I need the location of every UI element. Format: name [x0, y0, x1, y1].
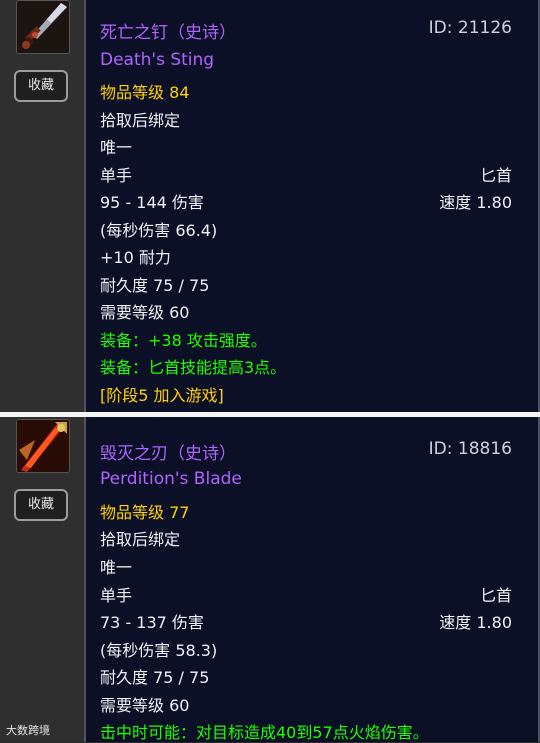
dagger-icon[interactable] — [16, 0, 70, 54]
durability: 耐久度 75 / 75 — [100, 668, 210, 687]
bind-type: 拾取后绑定 — [100, 111, 181, 130]
watermark: 大数跨境 — [6, 724, 50, 737]
collect-button[interactable]: 收藏 — [14, 489, 68, 521]
dps: (每秒伤害 66.4) — [100, 221, 218, 240]
unique-tag: 唯一 — [100, 558, 133, 577]
item-tooltip: 毁灭之刃（史诗） ID: 18816 Perdition's Blade 物品等… — [84, 417, 540, 742]
item-level: 物品等级 77 — [100, 503, 190, 522]
item-name: 毁灭之刃（史诗） — [100, 444, 236, 464]
flame-blade-icon[interactable] — [16, 419, 70, 473]
item-level: 物品等级 84 — [100, 83, 190, 102]
durability: 耐久度 75 / 75 — [100, 276, 210, 295]
phase-note: [阶段5 加入游戏] — [100, 386, 224, 405]
chance-on-hit-effect: 击中时可能：对目标造成40到57点火焰伤害。 — [100, 723, 429, 742]
attack-speed: 速度 1.80 — [439, 613, 512, 632]
equip-effect: 装备：+38 攻击强度。 — [100, 331, 267, 350]
item-id: ID: 21126 — [428, 18, 512, 38]
dps: (每秒伤害 58.3) — [100, 641, 218, 660]
required-level: 需要等级 60 — [100, 303, 190, 322]
item-sidebar: 收藏 — [0, 417, 84, 742]
item-panel-deaths-sting: 收藏 死亡之钉（史诗） ID: 21126 Death's Sting 物品等级… — [0, 0, 540, 412]
item-panel-perditions-blade: 收藏 毁灭之刃（史诗） ID: 18816 Perdition's Blade … — [0, 417, 540, 742]
stat-bonus: +10 耐力 — [100, 248, 171, 267]
weapon-type: 匕首 — [479, 586, 512, 605]
damage-range: 95 - 144 伤害 — [100, 193, 204, 212]
item-name: 死亡之钉（史诗） — [100, 23, 236, 43]
attack-speed: 速度 1.80 — [439, 193, 512, 212]
hand-type: 单手 — [100, 586, 133, 605]
hand-type: 单手 — [100, 166, 133, 185]
item-tooltip: 死亡之钉（史诗） ID: 21126 Death's Sting 物品等级 84… — [84, 0, 540, 412]
item-id: ID: 18816 — [428, 439, 512, 459]
damage-range: 73 - 137 伤害 — [100, 613, 204, 632]
unique-tag: 唯一 — [100, 138, 133, 157]
equip-effect: 装备：匕首技能提高3点。 — [100, 358, 287, 377]
item-sidebar: 收藏 — [0, 0, 84, 412]
item-english-name: Perdition's Blade — [100, 469, 242, 489]
item-english-name: Death's Sting — [100, 50, 215, 70]
required-level: 需要等级 60 — [100, 696, 190, 715]
bind-type: 拾取后绑定 — [100, 530, 181, 549]
collect-button[interactable]: 收藏 — [14, 70, 68, 102]
weapon-type: 匕首 — [479, 166, 512, 185]
